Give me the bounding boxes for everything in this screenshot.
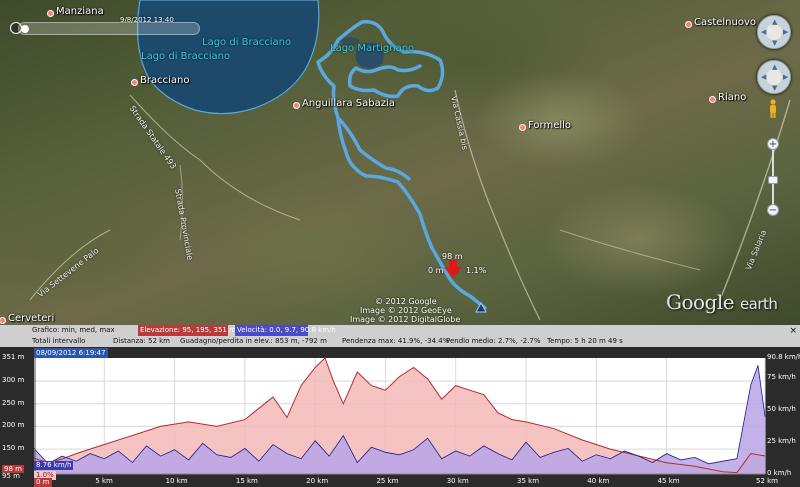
velocity-chip[interactable]: Velocità: 0.0, 9.7, 90.8 km/h [235,325,336,336]
place-castelnuovo[interactable]: Castelnuovo [684,17,756,28]
time-slider-knob[interactable] [21,25,29,33]
pegman-icon[interactable] [768,99,778,119]
y-left-tick-label: 300 m [2,376,25,385]
elevation-chip[interactable]: Elevazione: 95, 195, 351 m [138,325,236,336]
compass-icon[interactable]: ▲ ▼ ◀ ▶ [757,15,791,49]
x-tick-label: 45 km [657,477,680,485]
start-distance-badge: 0 m [34,478,52,487]
x-tick-label: 15 km [235,477,258,485]
y-right-tick-label: 90.8 km/h [767,353,800,361]
gain-loss-stat: Guadagno/perdita in elev.: 853 m, -792 m [180,337,327,345]
google-earth-logo: Google earth [666,290,778,314]
track-elevation-label: 98 m [442,252,463,261]
x-tick-label: 25 km [376,477,399,485]
track-slope-label: 1.1% [466,266,487,275]
chart-svg[interactable] [0,347,800,487]
x-tick-label: 5 km [95,477,113,485]
graph-label: Grafico: min, med, max [32,326,115,334]
y-left-tick-label: 351 m [2,353,25,361]
lake-label-bracciano-1[interactable]: Lago di Bracciano [202,37,291,48]
copyright-2: Image © 2012 GeoEye [360,306,452,315]
x-tick-label: 35 km [517,477,540,485]
x-tick-label: 20 km [306,477,329,485]
y-right-tick-label: 0 km/h [767,469,792,477]
place-riano[interactable]: Riano [708,92,746,103]
road-salaria [719,99,791,301]
copyright-3: Image © 2012 DigitalGlobe [350,315,461,324]
zoom-thumb[interactable] [768,176,778,184]
y-right-tick-label: 25 km/h [767,437,796,446]
y-right-tick-label: 75 km/h [767,373,796,382]
lake-label-bracciano-2[interactable]: Lago di Bracciano [141,51,230,62]
y-left-tick-label: 200 m [2,421,25,430]
x-tick-label: 30 km [446,477,469,485]
y-left-tick-label: 150 m [2,444,25,453]
time-label: 9/8/2012 13:40 [120,16,174,24]
x-tick-label: 52 km [756,477,779,485]
x-tick-label: 40 km [587,477,610,485]
place-cerveteri[interactable]: Cerveteri [0,313,54,324]
slope-avg-stat: Pendio medio: 2.7%, -2.7% [446,337,541,345]
place-anguillara[interactable]: Anguillara Sabazia [293,98,395,109]
map-view[interactable]: 9/8/2012 13:40 Manziana Bracciano Anguil… [0,0,800,325]
zoom-in-icon[interactable]: + [767,138,779,150]
slope-max-stat: Pendenza max: 41.9%, -34.4% [342,337,450,345]
place-bracciano[interactable]: Bracciano [130,75,189,86]
stats-bar: Grafico: min, med, max Elevazione: 95, 1… [0,325,800,347]
track-distance-label: 0 m [428,266,444,275]
zoom-slider[interactable]: + − [767,138,779,218]
copyright-1: © 2012 Google [375,297,437,306]
close-button[interactable]: × [789,326,797,336]
google-earth-window: 9/8/2012 13:40 Manziana Bracciano Anguil… [0,0,800,487]
y-left-tick-label: 250 m [2,398,25,407]
place-formello[interactable]: Formello [518,120,571,131]
total-label: Totali intervallo [32,337,86,345]
time-stat: Tempo: 5 h 20 m 49 s [547,337,623,345]
speed-badge: 8.76 km/h [34,461,74,471]
distance-stat: Distanza: 52 km [113,337,171,345]
date-tag: 08/09/2012 6:19:47 [34,348,108,358]
y-left-tick-label: 95 m [2,471,20,480]
gps-track[interactable] [316,20,487,310]
x-tick-label: 10 km [165,477,188,485]
elevation-profile-panel: Grafico: min, med, max Elevazione: 95, 1… [0,325,800,487]
zoom-out-icon[interactable]: − [767,204,779,216]
y-right-tick-label: 50 km/h [767,405,796,414]
lake-label-martignano[interactable]: Lago Martignano [330,43,414,54]
elevation-chart[interactable]: 351 m 300 m 250 m 200 m 150 m 98 m 95 m 90.8 km… [0,347,800,487]
look-icon[interactable]: ▲ ▼ ◀ ▶ [757,60,791,94]
place-manziana[interactable]: Manziana [47,6,104,17]
